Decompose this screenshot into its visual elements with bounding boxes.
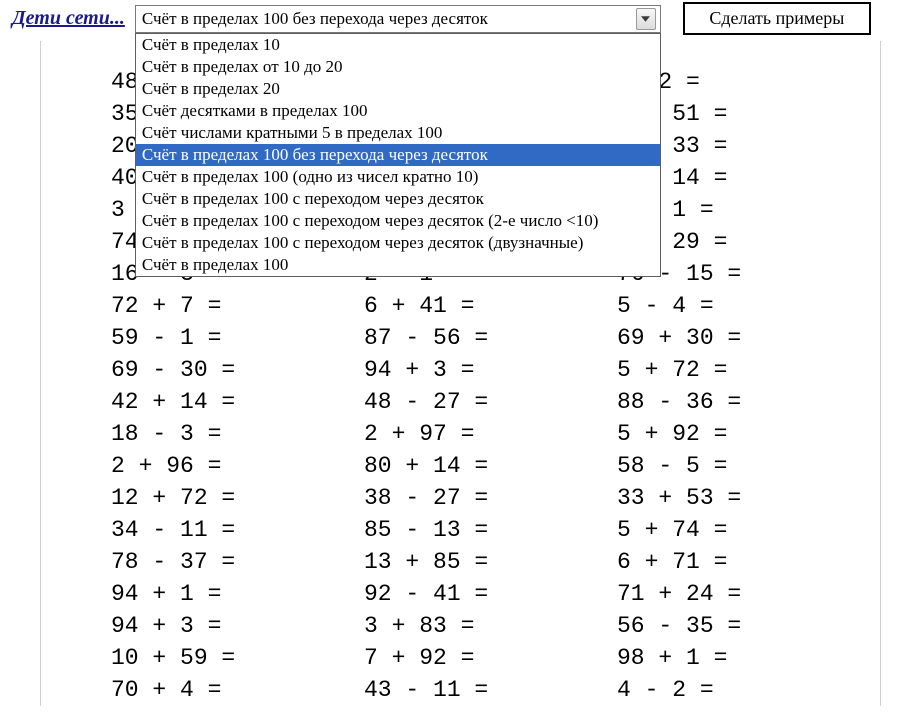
generate-button[interactable]: Сделать примеры xyxy=(683,2,871,35)
math-row: 2 + 97 = xyxy=(364,418,617,450)
math-row: 5 + 74 = xyxy=(617,514,870,546)
math-row: 94 + 3 = xyxy=(111,610,364,642)
math-row: 94 + 1 = xyxy=(111,578,364,610)
select-box[interactable]: Счёт в пределах 100 без перехода через д… xyxy=(135,5,661,33)
select-dropdown[interactable]: Счёт в пределах 10Счёт в пределах от 10 … xyxy=(135,33,661,277)
math-row: 88 - 36 = xyxy=(617,386,870,418)
math-row: 87 - 56 = xyxy=(364,322,617,354)
math-row: 33 + 53 = xyxy=(617,482,870,514)
math-row: 6 + 41 = xyxy=(364,290,617,322)
math-row: 43 - 11 = xyxy=(364,674,617,706)
math-row: 56 - 35 = xyxy=(617,610,870,642)
math-row: 69 + 30 = xyxy=(617,322,870,354)
select-value: Счёт в пределах 100 без перехода через д… xyxy=(142,9,636,29)
math-row: 42 + 14 = xyxy=(111,386,364,418)
type-select[interactable]: Счёт в пределах 100 без перехода через д… xyxy=(135,5,661,33)
math-row: 70 + 4 = xyxy=(111,674,364,706)
math-row: 59 - 1 = xyxy=(111,322,364,354)
math-row: 4 - 2 = xyxy=(617,674,870,706)
math-row: 5 + 92 = xyxy=(617,418,870,450)
math-row: 71 + 24 = xyxy=(617,578,870,610)
math-row: 78 - 37 = xyxy=(111,546,364,578)
select-option[interactable]: Счёт в пределах 100 с переходом через де… xyxy=(136,210,660,232)
select-option[interactable]: Счёт в пределах 10 xyxy=(136,34,660,56)
math-row: 38 - 27 = xyxy=(364,482,617,514)
math-row: 58 - 5 = xyxy=(617,450,870,482)
math-row: 48 - 27 = xyxy=(364,386,617,418)
math-row: 98 + 1 = xyxy=(617,642,870,674)
math-row: 5 - 4 = xyxy=(617,290,870,322)
select-option[interactable]: Счёт в пределах 100 (одно из чисел кратн… xyxy=(136,166,660,188)
select-option[interactable]: Счёт в пределах 100 xyxy=(136,254,660,276)
math-row: 85 - 13 = xyxy=(364,514,617,546)
math-row: 94 + 3 = xyxy=(364,354,617,386)
math-row: 34 - 11 = xyxy=(111,514,364,546)
math-row: 69 - 30 = xyxy=(111,354,364,386)
select-option[interactable]: Счёт в пределах от 10 до 20 xyxy=(136,56,660,78)
math-row: 5 + 72 = xyxy=(617,354,870,386)
select-option[interactable]: Счёт в пределах 20 xyxy=(136,78,660,100)
math-row: 6 + 71 = xyxy=(617,546,870,578)
math-row: 10 + 59 = xyxy=(111,642,364,674)
brand-link[interactable]: Дети сети... xyxy=(12,7,125,30)
select-option[interactable]: Счёт числами кратными 5 в пределах 100 xyxy=(136,122,660,144)
math-row: 72 + 7 = xyxy=(111,290,364,322)
math-row: 92 - 41 = xyxy=(364,578,617,610)
math-row: 18 - 3 = xyxy=(111,418,364,450)
select-option[interactable]: Счёт в пределах 100 без перехода через д… xyxy=(136,144,660,166)
math-row: 2 + 96 = xyxy=(111,450,364,482)
select-option[interactable]: Счёт в пределах 100 с переходом через де… xyxy=(136,232,660,254)
math-row: 7 + 92 = xyxy=(364,642,617,674)
math-row: 3 + 83 = xyxy=(364,610,617,642)
select-option[interactable]: Счёт в пределах 100 с переходом через де… xyxy=(136,188,660,210)
math-row: 13 + 85 = xyxy=(364,546,617,578)
header-bar: Дети сети... Счёт в пределах 100 без пер… xyxy=(0,0,921,41)
math-row: 80 + 14 = xyxy=(364,450,617,482)
select-option[interactable]: Счёт десятками в пределах 100 xyxy=(136,100,660,122)
chevron-down-icon[interactable] xyxy=(636,8,656,30)
math-row: 12 + 72 = xyxy=(111,482,364,514)
